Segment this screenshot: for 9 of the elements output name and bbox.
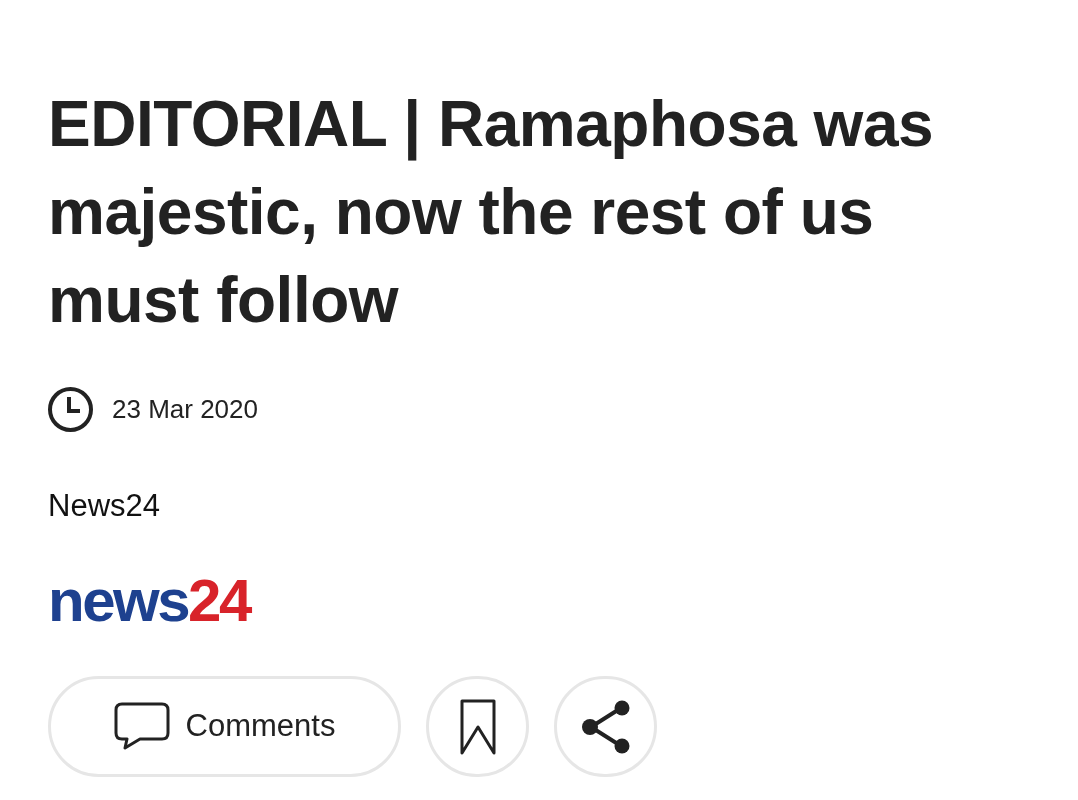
publish-date: 23 Mar 2020 <box>112 394 258 425</box>
speech-bubble-icon <box>113 701 170 750</box>
clock-icon <box>48 387 93 432</box>
article-headline: EDITORIAL | Ramaphosa was majestic, now the rest of us must follow <box>48 87 935 338</box>
site-logo[interactable]: news24 <box>48 572 250 630</box>
comments-button[interactable]: Comments <box>48 676 401 777</box>
share-icon <box>580 699 631 754</box>
article-source: News24 <box>48 488 161 524</box>
bookmark-icon <box>459 698 496 755</box>
